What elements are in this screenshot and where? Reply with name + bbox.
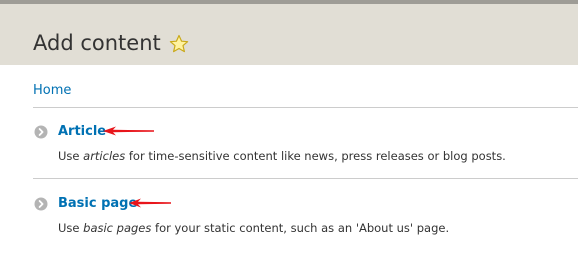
content-type-description-article: Use articles for time-sensitive content …: [58, 149, 506, 163]
divider: [33, 107, 578, 108]
annotation-arrow: [129, 198, 171, 208]
breadcrumb-home-link[interactable]: Home: [33, 82, 71, 100]
divider: [33, 178, 578, 179]
page-title: Add content: [33, 31, 161, 55]
star-icon[interactable]: [169, 34, 189, 54]
content-type-description-basic-page: Use basic pages for your static content,…: [58, 221, 450, 235]
annotation-arrow: [103, 126, 154, 136]
chevron-right-circle-icon: [34, 125, 48, 139]
chevron-right-circle-icon: [34, 197, 48, 211]
content-type-link-basic-page[interactable]: Basic page: [58, 195, 137, 213]
content-type-link-article[interactable]: Article: [58, 123, 106, 141]
page: Add content Home Article Use articles fo…: [0, 0, 578, 257]
